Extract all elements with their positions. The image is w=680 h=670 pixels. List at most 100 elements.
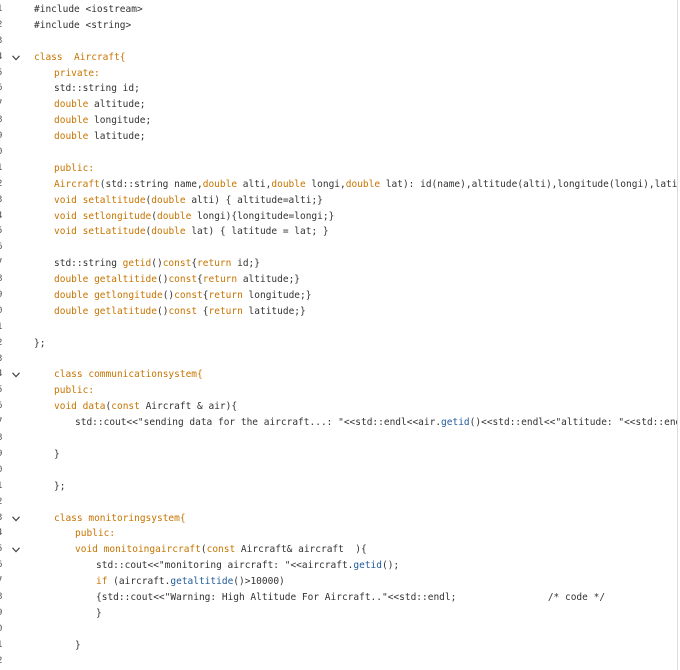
code-keyword: const — [111, 401, 140, 413]
code-line[interactable]: 0 — [0, 622, 677, 638]
code-line[interactable]: 8 — [0, 431, 677, 447]
line-number: 1 — [0, 479, 7, 495]
code-line[interactable]: 1} — [0, 638, 677, 654]
code-keyword: class — [54, 369, 83, 381]
code-editor[interactable]: 1#include <iostream>2#include <string>34… — [0, 0, 678, 670]
line-number: 6 — [0, 558, 7, 574]
fold-chevron-icon[interactable] — [11, 50, 21, 66]
code-line[interactable]: 3 void setaltitude(double alti) { altitud… — [0, 193, 677, 209]
code-line[interactable]: 3 — [0, 352, 677, 368]
code-line[interactable]: 0 — [0, 145, 677, 161]
code-line[interactable]: 5 private: — [0, 66, 677, 82]
code-token: longi){longitude=longi;} — [191, 210, 335, 222]
line-number: 8 — [0, 272, 7, 288]
code-token: ()<<std::endl<<"altitude: "<<std::end — [469, 417, 677, 429]
code-text: }; — [54, 479, 677, 495]
code-token: altitude; — [88, 99, 146, 111]
code-keyword: void — [54, 401, 77, 413]
code-text: void setlongitude(double longi){longitud… — [54, 209, 677, 225]
code-line[interactable]: 7 if (aircraft.getaltitide()>10000) — [0, 574, 677, 590]
line-number: 9 — [0, 288, 7, 304]
code-line[interactable]: 4 public: — [0, 526, 677, 542]
line-number: 4 — [0, 50, 7, 66]
code-line[interactable]: 9} — [0, 447, 677, 463]
code-line[interactable]: 3 class monitoringsystem{ — [0, 511, 677, 527]
code-keyword: double — [271, 178, 306, 190]
code-line[interactable]: 1 public: — [0, 161, 677, 177]
code-keyword: void — [54, 194, 77, 206]
code-line[interactable]: 7 std::string getid()const{return id;} — [0, 256, 677, 272]
code-line[interactable]: 2}; — [0, 336, 677, 352]
code-line[interactable]: 1 #include <iostream> — [0, 2, 677, 18]
code-line[interactable]: 5 void setLatitude(double lat) { latitude… — [0, 224, 677, 240]
code-keyword: double — [157, 210, 192, 222]
line-number: 2 — [0, 177, 7, 193]
code-token: () — [156, 305, 169, 317]
code-line[interactable]: 8 {std::cout<<"Warning: High Altitude For… — [0, 590, 677, 606]
code-line[interactable]: 2 — [0, 654, 677, 670]
code-keyword: Aircraft{ — [74, 51, 126, 63]
fold-chevron-icon[interactable] — [11, 367, 21, 383]
line-number: 1 — [0, 320, 7, 336]
code-line[interactable]: 8 double getaltitide()const{return altitu… — [0, 272, 677, 288]
code-token: (aircraft. — [107, 576, 171, 588]
code-line[interactable]: 9} — [0, 606, 677, 622]
code-line[interactable]: 1}; — [0, 479, 677, 495]
code-line[interactable]: 2 #include <string> — [0, 18, 677, 34]
code-keyword: monitoringsystem{ — [88, 512, 186, 524]
code-keyword: return — [197, 258, 232, 270]
line-number: 7 — [0, 256, 7, 272]
code-line[interactable]: 7 double altitude; — [0, 97, 677, 113]
code-token: }; — [54, 480, 66, 492]
code-keyword: getlatitude — [94, 305, 157, 317]
code-line[interactable]: 2 — [0, 495, 677, 511]
code-line[interactable]: 0 — [0, 463, 677, 479]
code-line[interactable]: 6 void data(const Aircraft & air){ — [0, 399, 677, 415]
code-keyword: double — [202, 178, 238, 190]
code-line[interactable]: 7 std::cout<<"sending data for the aircra… — [0, 415, 677, 431]
line-number: 9 — [0, 606, 7, 622]
code-text: public: — [75, 526, 677, 542]
fold-chevron-icon[interactable] — [11, 511, 21, 527]
code-line[interactable]: 8 double longitude; — [0, 113, 677, 129]
code-line[interactable]: 6 std::cout<<"monitoring aircraft: "<<air… — [0, 558, 677, 574]
code-line[interactable]: 1 — [0, 320, 677, 336]
code-keyword: double — [54, 274, 89, 286]
code-text: double getlatitude()const {return latitu… — [54, 304, 677, 320]
code-text: void data(const Aircraft & air){ — [54, 399, 677, 415]
code-function: getid — [441, 417, 470, 429]
code-line[interactable]: 3 — [0, 34, 677, 50]
code-line[interactable]: 0 double getlatitude()const {return latit… — [0, 304, 677, 320]
code-text: std::string getid()const{return id;} — [54, 256, 677, 272]
code-line[interactable]: 6 — [0, 240, 677, 256]
code-line[interactable]: 5 public: — [0, 383, 677, 399]
code-token: latitude;} — [242, 305, 306, 317]
code-keyword: public: — [54, 385, 95, 397]
code-line[interactable]: 4 void setlongitude(double longi){longitu… — [0, 209, 677, 225]
code-line[interactable]: 9 double latitude; — [0, 129, 677, 145]
code-function: getid — [353, 560, 382, 572]
code-line[interactable]: 4 class communicationsystem{ — [0, 367, 677, 383]
code-line[interactable]: 5 void monitoingaircraft(const Aircraft& … — [0, 542, 677, 558]
code-line[interactable]: 4 class Aircraft{ — [0, 50, 677, 66]
code-text: } — [96, 606, 677, 622]
line-number: 1 — [0, 2, 7, 18]
code-line[interactable]: 2Aircraft(std::string name,double alti,d… — [0, 177, 677, 193]
code-text: } — [75, 638, 677, 654]
code-token: longitude;} — [242, 290, 312, 302]
code-keyword: double — [54, 305, 89, 317]
line-number: 3 — [0, 193, 7, 209]
line-number: 0 — [0, 304, 7, 320]
code-text: #include <iostream> — [34, 2, 677, 18]
code-line[interactable]: 6 std::string id; — [0, 81, 677, 97]
line-number: 2 — [0, 495, 7, 511]
code-keyword: getlongitude — [94, 290, 163, 302]
code-text: public: — [54, 161, 677, 177]
line-number: 5 — [0, 224, 7, 240]
line-number: 8 — [0, 590, 7, 606]
code-token: (std::string name, — [99, 178, 203, 190]
fold-chevron-icon[interactable] — [11, 542, 21, 558]
line-number: 9 — [0, 129, 7, 145]
code-token: longi, — [305, 178, 346, 190]
code-line[interactable]: 9 double getlongitude()const{return longi… — [0, 288, 677, 304]
